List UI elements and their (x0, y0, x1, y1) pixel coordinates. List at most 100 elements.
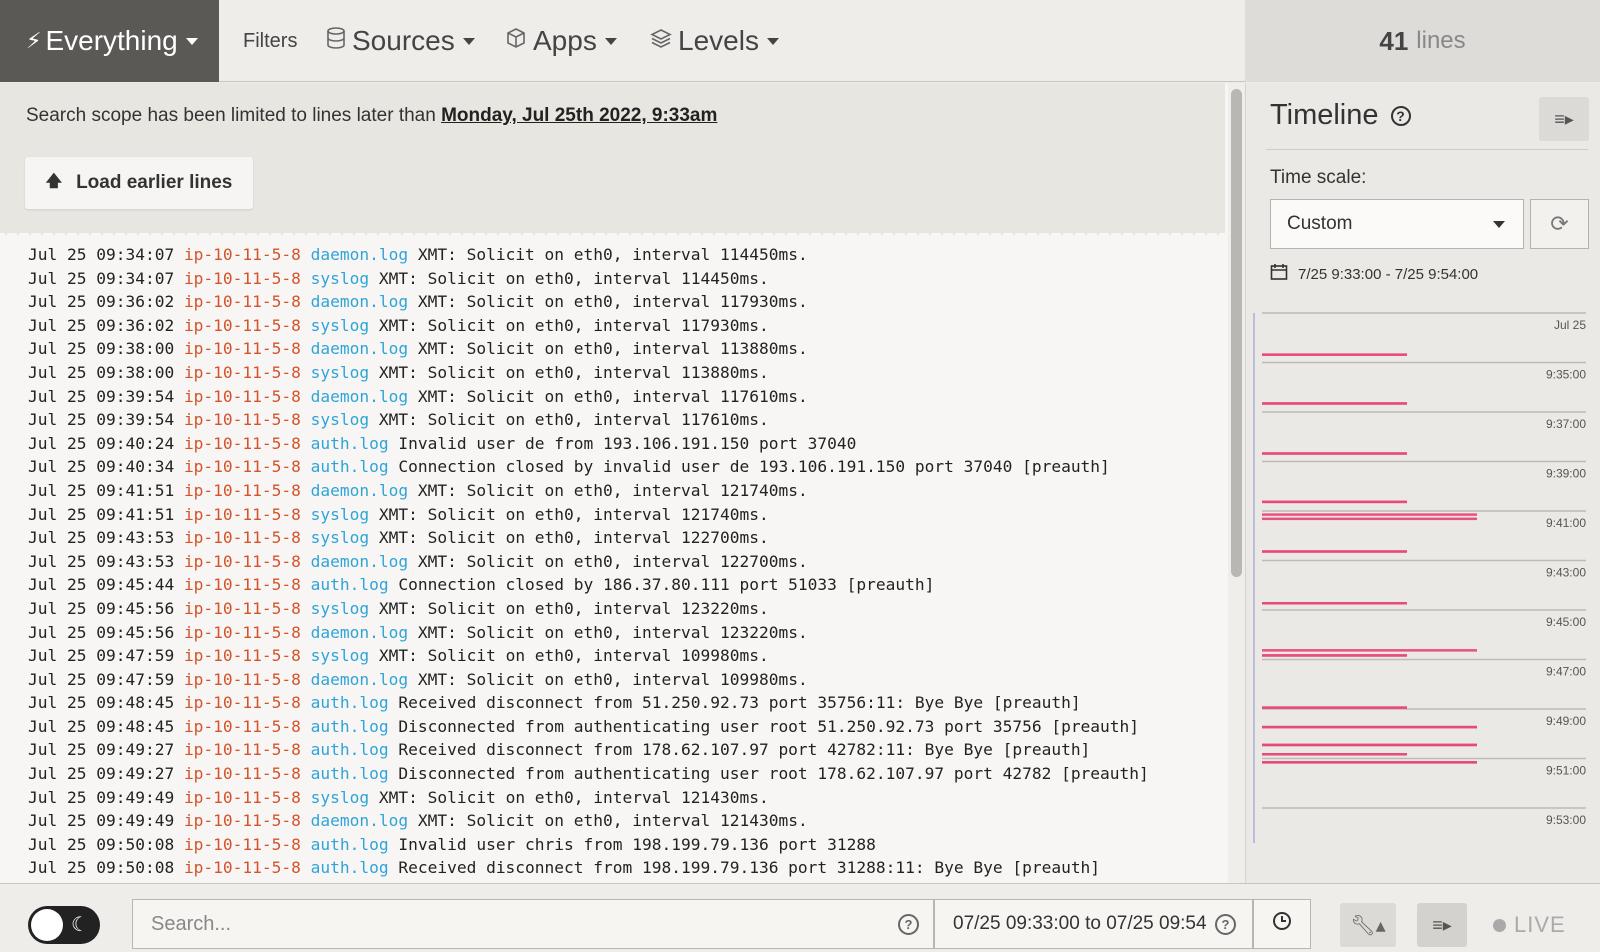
log-line[interactable]: Jul 25 09:47:59 ip-10-11-5-8 daemon.log … (28, 668, 1149, 692)
date-range-input[interactable]: 07/25 09:33:00 to 07/25 09:54 ? (934, 899, 1253, 949)
log-source: syslog (310, 410, 370, 430)
dark-mode-toggle[interactable]: ☾ (28, 906, 100, 944)
timeline-bar[interactable] (1262, 517, 1477, 521)
calendar-icon (1270, 263, 1288, 286)
help-icon[interactable]: ? (1215, 914, 1236, 935)
log-host: ip-10-11-5-8 (183, 315, 301, 335)
log-line[interactable]: Jul 25 09:41:51 ip-10-11-5-8 daemon.log … (28, 479, 1149, 503)
log-line[interactable]: Jul 25 09:34:07 ip-10-11-5-8 daemon.log … (28, 243, 1149, 267)
log-lines: Jul 25 09:34:07 ip-10-11-5-8 daemon.log … (28, 243, 1149, 880)
log-line[interactable]: Jul 25 09:43:53 ip-10-11-5-8 syslog XMT:… (28, 526, 1149, 550)
log-line[interactable]: Jul 25 09:45:56 ip-10-11-5-8 syslog XMT:… (28, 597, 1149, 621)
timeline-bar[interactable] (1262, 602, 1407, 605)
sources-dropdown[interactable]: Sources (326, 0, 475, 82)
log-line[interactable]: Jul 25 09:43:53 ip-10-11-5-8 daemon.log … (28, 550, 1149, 574)
log-message: Received disconnect from 198.199.79.136 … (398, 858, 1101, 878)
timeline-bar[interactable] (1262, 725, 1477, 729)
log-host: ip-10-11-5-8 (183, 551, 301, 571)
log-host: ip-10-11-5-8 (183, 834, 301, 854)
timeline-bar[interactable] (1262, 513, 1477, 516)
log-timestamp: Jul 25 09:39:54 (28, 410, 175, 430)
timeline-bar[interactable] (1262, 649, 1477, 652)
log-line[interactable]: Jul 25 09:48:45 ip-10-11-5-8 auth.log Re… (28, 691, 1149, 715)
filters-button[interactable]: Filters (243, 0, 297, 82)
database-icon (326, 27, 346, 55)
log-line[interactable]: Jul 25 09:38:00 ip-10-11-5-8 daemon.log … (28, 337, 1149, 361)
timeline-bar[interactable] (1262, 654, 1407, 657)
log-line[interactable]: Jul 25 09:50:08 ip-10-11-5-8 auth.log Re… (28, 856, 1149, 880)
apps-dropdown[interactable]: Apps (505, 0, 617, 82)
log-timestamp: Jul 25 09:47:59 (28, 646, 175, 666)
log-line[interactable]: Jul 25 09:40:24 ip-10-11-5-8 auth.log In… (28, 432, 1149, 456)
log-host: ip-10-11-5-8 (183, 410, 301, 430)
log-source: daemon.log (310, 245, 409, 264)
levels-dropdown[interactable]: Levels (650, 0, 779, 82)
timeline-bar[interactable] (1262, 761, 1477, 764)
log-line[interactable]: Jul 25 09:49:49 ip-10-11-5-8 daemon.log … (28, 809, 1149, 833)
refresh-icon: ⟳ (1550, 211, 1569, 236)
log-line[interactable]: Jul 25 09:48:45 ip-10-11-5-8 auth.log Di… (28, 715, 1149, 739)
log-timestamp: Jul 25 09:45:44 (28, 575, 175, 595)
live-button[interactable]: LIVE (1493, 903, 1566, 947)
log-host: ip-10-11-5-8 (183, 858, 301, 878)
timeline-panel: Timeline ? ≡▸ Time scale: Custom ⟳ 7/25 … (1245, 83, 1600, 883)
timeline-bar[interactable] (1262, 402, 1407, 405)
layout-toggle-button[interactable]: ≡▸ (1417, 903, 1467, 947)
timeline-bar[interactable] (1262, 743, 1477, 747)
log-line[interactable]: Jul 25 09:47:59 ip-10-11-5-8 syslog XMT:… (28, 644, 1149, 668)
live-dot-icon (1493, 918, 1506, 932)
chevron-down-icon (462, 37, 475, 45)
timeline-chart[interactable]: Jul 25 9:35:00 9:37:00 9:39:00 9:41:00 9:43:0… (1246, 303, 1600, 843)
help-icon[interactable]: ? (898, 914, 919, 935)
toggle-knob (31, 909, 63, 941)
log-timestamp: Jul 25 09:45:56 (28, 622, 175, 642)
timeline-bar[interactable] (1262, 753, 1407, 756)
log-line[interactable]: Jul 25 09:40:34 ip-10-11-5-8 auth.log Co… (28, 455, 1149, 479)
log-timestamp: Jul 25 09:45:56 (28, 598, 175, 618)
log-source: auth.log (310, 457, 389, 477)
log-host: ip-10-11-5-8 (183, 457, 301, 477)
log-source: auth.log (310, 834, 389, 854)
chevron-down-icon (604, 37, 617, 45)
log-line[interactable]: Jul 25 09:36:02 ip-10-11-5-8 syslog XMT:… (28, 314, 1149, 338)
search-input[interactable]: Search... ? (132, 899, 934, 949)
everything-dropdown[interactable]: ⚡ Everything (0, 0, 219, 82)
log-source: daemon.log (310, 480, 409, 500)
refresh-button[interactable]: ⟳ (1530, 199, 1589, 249)
everything-label: Everything (45, 25, 178, 56)
log-host: ip-10-11-5-8 (183, 764, 301, 784)
log-line[interactable]: Jul 25 09:39:54 ip-10-11-5-8 daemon.log … (28, 385, 1149, 409)
zigzag-divider (0, 226, 1225, 236)
log-line[interactable]: Jul 25 09:39:54 ip-10-11-5-8 syslog XMT:… (28, 408, 1149, 432)
timeline-bar[interactable] (1262, 452, 1407, 455)
timeline-title-text: Timeline (1270, 99, 1379, 131)
timeline-bar[interactable] (1262, 500, 1407, 504)
time-scale-select[interactable]: Custom (1270, 199, 1524, 249)
help-icon[interactable]: ? (1390, 106, 1411, 127)
log-line[interactable]: Jul 25 09:45:44 ip-10-11-5-8 auth.log Co… (28, 573, 1149, 597)
log-line[interactable]: Jul 25 09:45:56 ip-10-11-5-8 daemon.log … (28, 621, 1149, 645)
log-host: ip-10-11-5-8 (183, 433, 301, 453)
scrollbar-thumb[interactable] (1231, 89, 1242, 577)
log-line[interactable]: Jul 25 09:49:49 ip-10-11-5-8 syslog XMT:… (28, 786, 1149, 810)
log-line[interactable]: Jul 25 09:34:07 ip-10-11-5-8 syslog XMT:… (28, 267, 1149, 291)
log-line[interactable]: Jul 25 09:41:51 ip-10-11-5-8 syslog XMT:… (28, 503, 1149, 527)
timeline-collapse-button[interactable]: ≡▸ (1539, 97, 1589, 141)
load-earlier-button[interactable]: 🡅 Load earlier lines (25, 157, 253, 209)
log-line[interactable]: Jul 25 09:49:27 ip-10-11-5-8 auth.log Re… (28, 738, 1149, 762)
timeline-tick-label: 9:47:00 (1546, 665, 1586, 679)
timeline-tick-label: 9:49:00 (1546, 714, 1586, 728)
log-line[interactable]: Jul 25 09:50:08 ip-10-11-5-8 auth.log In… (28, 833, 1149, 857)
timeline-bar[interactable] (1262, 550, 1407, 553)
log-line[interactable]: Jul 25 09:38:00 ip-10-11-5-8 syslog XMT:… (28, 361, 1149, 385)
timeline-bar[interactable] (1262, 353, 1407, 356)
scope-date-link[interactable]: Monday, Jul 25th 2022, 9:33am (441, 105, 717, 126)
log-line[interactable]: Jul 25 09:36:02 ip-10-11-5-8 daemon.log … (28, 290, 1149, 314)
tools-button[interactable]: 🔧︎▴ (1340, 903, 1396, 947)
search-placeholder: Search... (151, 912, 232, 935)
timeline-tick-label: 9:39:00 (1546, 467, 1586, 481)
log-line[interactable]: Jul 25 09:49:27 ip-10-11-5-8 auth.log Di… (28, 762, 1149, 786)
time-picker-button[interactable] (1253, 899, 1311, 949)
log-host: ip-10-11-5-8 (183, 575, 301, 595)
timeline-bar[interactable] (1262, 706, 1407, 709)
